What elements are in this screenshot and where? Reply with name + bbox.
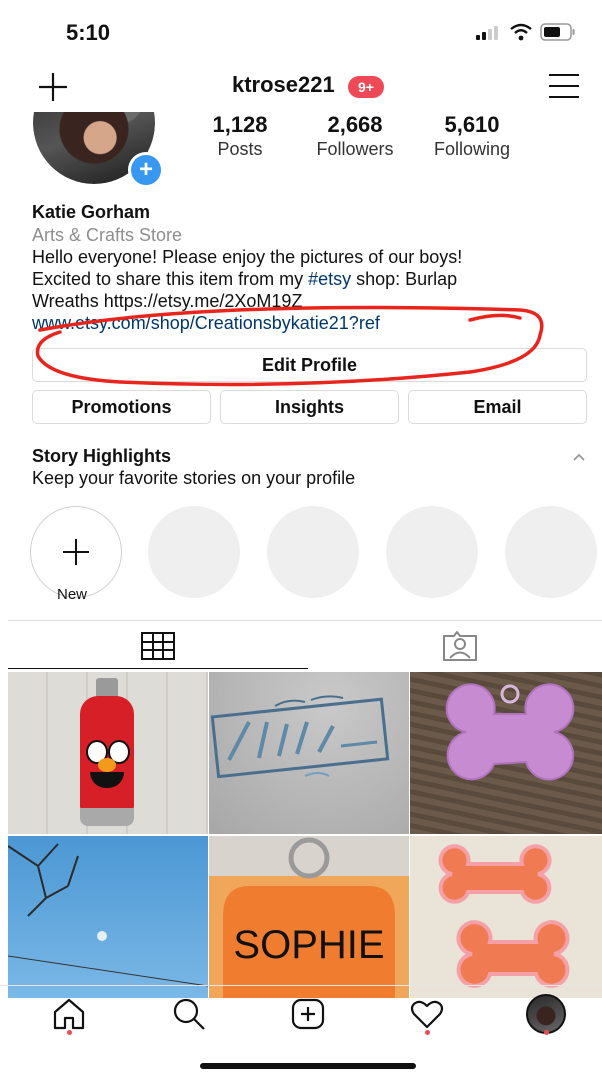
divider — [8, 620, 602, 621]
bio-line-3: Wreaths https://etsy.me/2XoM19Z — [32, 291, 303, 311]
battery-icon — [540, 23, 575, 41]
grid-post[interactable] — [410, 672, 602, 834]
signal-icon — [476, 26, 500, 40]
new-highlight-label: New — [57, 586, 88, 603]
plus-icon — [63, 539, 89, 565]
posts-count: 1,128 — [212, 112, 268, 137]
promotions-button[interactable]: Promotions — [32, 390, 211, 424]
profile-username[interactable]: ktrose221 — [232, 72, 335, 98]
posts-label: Posts — [217, 139, 263, 159]
bio-line-1: Hello everyone! Please enjoy the picture… — [32, 247, 463, 267]
status-time: 5:10 — [66, 20, 111, 45]
grid-post[interactable] — [209, 672, 409, 834]
highlight-placeholder — [148, 506, 240, 598]
home-icon[interactable] — [52, 998, 86, 1030]
home-indicator — [200, 1063, 416, 1069]
followers-label: Followers — [316, 139, 394, 159]
website-link[interactable]: www.etsy.com/shop/Creationsbykatie21?ref — [32, 313, 380, 334]
bone-tag-image — [445, 683, 575, 781]
notification-dot — [425, 1030, 430, 1035]
bio-line-2: Excited to share this item from my #etsy… — [32, 269, 457, 290]
highlight-placeholder — [267, 506, 359, 598]
grid-post[interactable] — [8, 836, 208, 998]
highlight-placeholder — [386, 506, 478, 598]
highlights-subtitle: Keep your favorite stories on your profi… — [32, 468, 356, 488]
active-tab-indicator — [8, 668, 308, 669]
new-highlight-button[interactable] — [30, 506, 122, 598]
stat-followers[interactable]: 2,668 Followers — [305, 112, 405, 160]
profile-category: Arts & Crafts Store — [32, 225, 183, 245]
menu-icon[interactable] — [548, 73, 580, 99]
notification-badge[interactable]: 9+ — [348, 76, 384, 98]
add-story-icon[interactable]: + — [128, 152, 164, 188]
grid-post[interactable] — [410, 836, 602, 998]
heart-icon[interactable] — [410, 998, 444, 1030]
hashtag-link[interactable]: #etsy — [308, 269, 351, 289]
bio-text: Excited to share this item from my — [32, 269, 309, 289]
email-button[interactable]: Email — [408, 390, 587, 424]
search-icon[interactable] — [172, 998, 206, 1030]
plus-icon[interactable] — [36, 70, 70, 104]
add-post-icon[interactable] — [291, 998, 325, 1030]
chevron-up-icon[interactable] — [572, 452, 586, 462]
grid-post[interactable] — [8, 672, 208, 834]
highlights-title: Story Highlights — [32, 446, 171, 466]
shirt-print-image — [210, 695, 390, 779]
bone-tags-image — [438, 844, 570, 988]
following-count: 5,610 — [444, 112, 500, 137]
bio-text: shop: Burlap — [351, 269, 458, 289]
notification-dot — [67, 1030, 72, 1035]
sky-image — [8, 843, 208, 987]
sophie-tag-image: SOPHIE — [209, 836, 409, 998]
profile-name: Katie Gorham — [32, 202, 151, 222]
notification-dot — [544, 1030, 549, 1035]
following-label: Following — [433, 139, 511, 159]
stat-posts[interactable]: 1,128 Posts — [200, 112, 280, 160]
grid-post[interactable]: SOPHIE — [209, 836, 409, 998]
highlight-placeholder — [505, 506, 597, 598]
svg-text:SOPHIE: SOPHIE — [233, 923, 384, 967]
stat-following[interactable]: 5,610 Following — [424, 112, 520, 160]
edit-profile-button[interactable]: Edit Profile — [32, 348, 587, 382]
divider — [0, 985, 602, 986]
tagged-icon[interactable] — [442, 630, 478, 662]
wifi-icon — [510, 23, 532, 41]
insights-button[interactable]: Insights — [220, 390, 399, 424]
grid-icon[interactable] — [141, 632, 175, 660]
profile-avatar[interactable] — [526, 994, 566, 1034]
followers-count: 2,668 — [327, 112, 383, 137]
